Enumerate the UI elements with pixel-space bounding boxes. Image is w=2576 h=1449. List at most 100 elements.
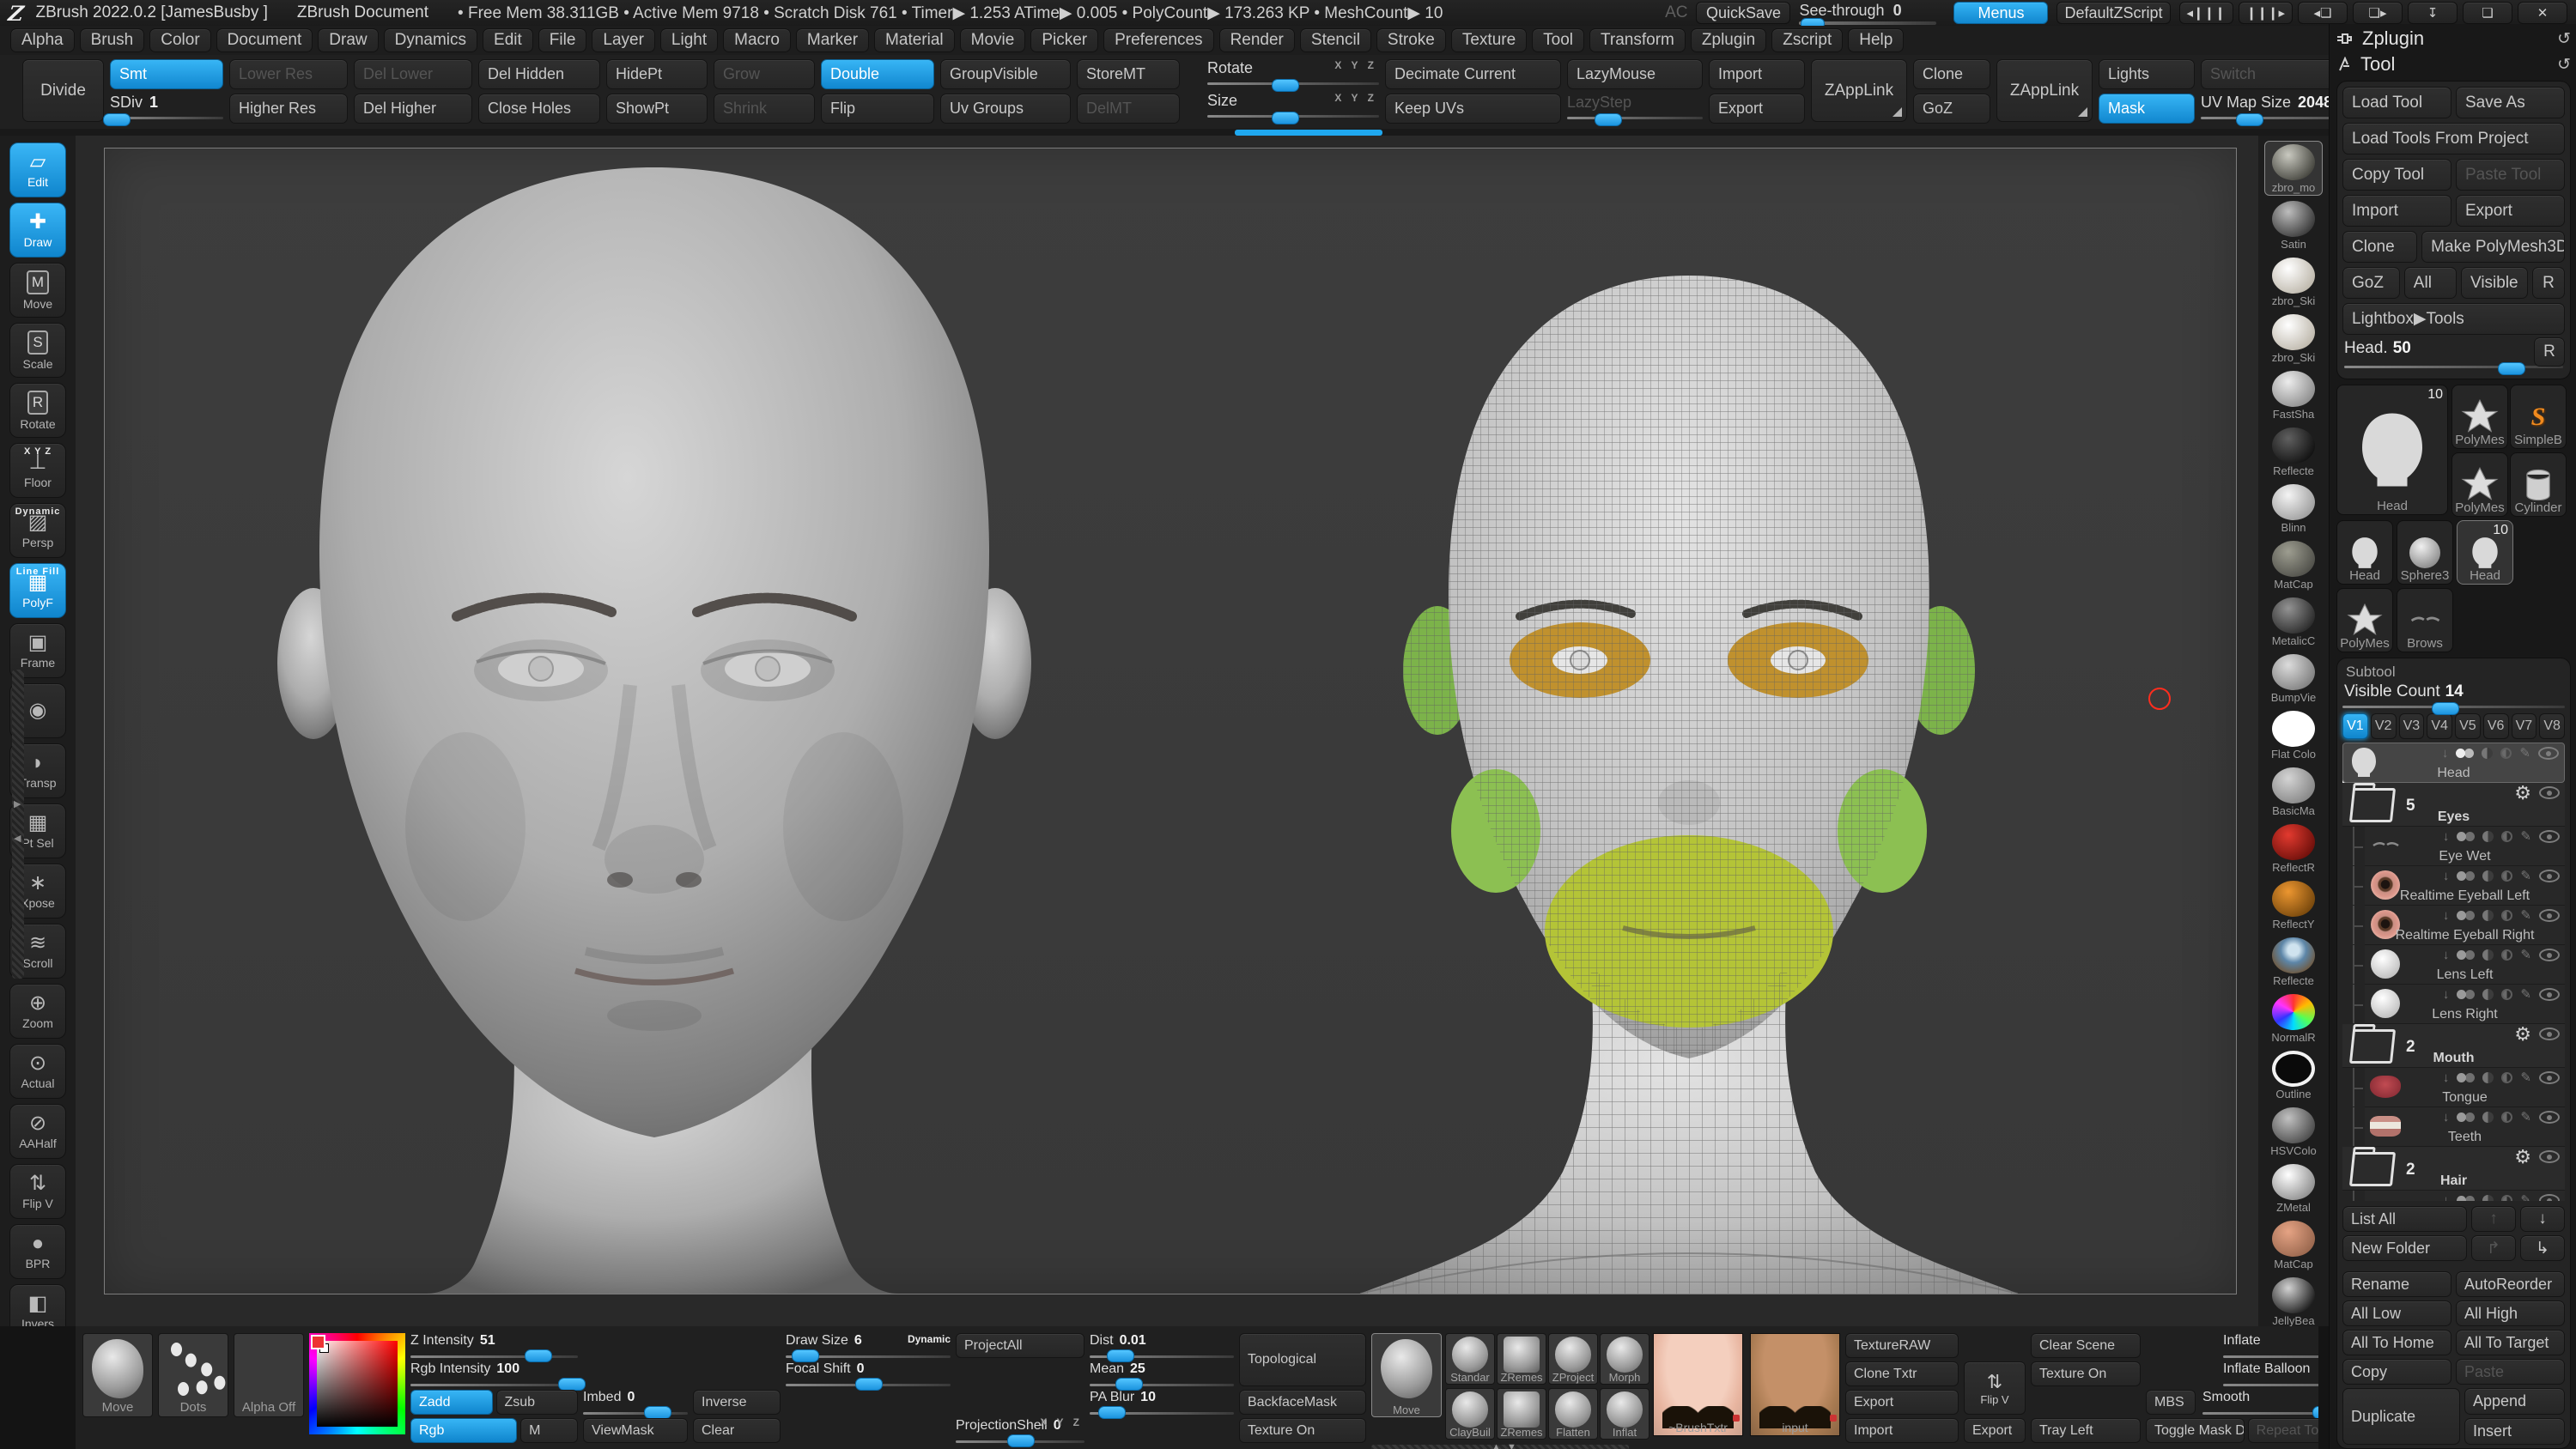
material-blinn[interactable]: Blinn: [2264, 481, 2323, 536]
bottom-zsub-button[interactable]: Zsub: [496, 1390, 579, 1415]
subtool-item-head[interactable]: ↓✎Head: [2342, 743, 2565, 783]
bottom-flip-v-button[interactable]: ⇅Flip V: [1964, 1361, 2026, 1415]
brush-thumb-flatten[interactable]: Flatten: [1548, 1388, 1598, 1440]
bottom-slider-inflate-balloon[interactable]: Inflate BalloonX Y Z: [2223, 1361, 2318, 1387]
subtool-item-realtime-eyeball-right[interactable]: ↓✎Realtime Eyeball Right: [2365, 906, 2565, 945]
subtool-item-button[interactable]: ↓: [2520, 1206, 2565, 1232]
contrast-icon[interactable]: [2501, 1072, 2512, 1083]
document-canvas[interactable]: [76, 136, 2258, 1326]
menu-picker[interactable]: Picker: [1030, 28, 1098, 52]
shelf-del-hidden-button[interactable]: Del Hidden: [478, 59, 600, 89]
material-reflectr[interactable]: ReflectR: [2264, 821, 2323, 876]
tool-invers-button[interactable]: ◧Invers: [9, 1284, 66, 1326]
subtool-append-button[interactable]: Append: [2464, 1388, 2565, 1415]
bottom-slider-projectionshell[interactable]: ProjectionShell0X Y Z: [956, 1418, 1084, 1444]
bottom-clear-button[interactable]: Clear: [693, 1418, 781, 1443]
brush-thumb-standar[interactable]: Standar: [1445, 1333, 1495, 1385]
material-matcap[interactable]: MatCap: [2264, 537, 2323, 592]
bottom-textureraw-button[interactable]: TextureRAW: [1845, 1333, 1959, 1358]
restore-button[interactable]: ❏: [2463, 2, 2512, 24]
material-jellybea[interactable]: JellyBea: [2264, 1274, 2323, 1326]
visible-count-slider[interactable]: Visible Count14: [2342, 682, 2565, 712]
minimize-button[interactable]: ↧: [2408, 2, 2458, 24]
tool-thumb-polymes[interactable]: PolyMes: [2451, 385, 2508, 449]
bottom-clone-txtr-button[interactable]: Clone Txtr: [1845, 1361, 1959, 1386]
brush-edit-icon[interactable]: ✎: [2520, 830, 2531, 843]
brush-thumb-zproject[interactable]: ZProject: [1548, 1333, 1598, 1385]
polypaint-icon[interactable]: [2456, 749, 2465, 758]
shelf-hidept-button[interactable]: HidePt: [606, 59, 708, 89]
layer-half-icon[interactable]: [2482, 949, 2494, 961]
contrast-icon[interactable]: [2501, 831, 2512, 842]
menu-draw[interactable]: Draw: [318, 28, 378, 52]
shelf-showpt-button[interactable]: ShowPt: [606, 94, 708, 124]
shelf-goz-button[interactable]: GoZ: [1913, 94, 1990, 124]
shelf-slider-rotate[interactable]: RotateX Y Z: [1207, 59, 1379, 88]
brush-thumb-morph[interactable]: Morph: [1600, 1333, 1649, 1385]
layer-half-icon[interactable]: [2482, 870, 2494, 882]
subtool-item-brows[interactable]: ↓✎Brows: [2365, 1191, 2565, 1201]
subtool-insert-button[interactable]: Insert: [2464, 1418, 2565, 1445]
bottom-slider-rgb-intensity[interactable]: Rgb Intensity100: [410, 1361, 578, 1387]
shelf-import-button[interactable]: Import: [1709, 59, 1805, 89]
visibility-eye-icon[interactable]: [2539, 909, 2560, 922]
material-reflecte[interactable]: Reflecte: [2264, 424, 2323, 479]
tool-thumb-head[interactable]: Head10: [2457, 520, 2513, 585]
shelf-lights-button[interactable]: Lights: [2099, 59, 2195, 89]
color-picker[interactable]: [309, 1333, 405, 1434]
bottom-slider-inflate[interactable]: InflateX Y Z: [2223, 1333, 2318, 1359]
shelf-double-button[interactable]: Double: [821, 59, 934, 89]
subtool-new-folder-button[interactable]: New Folder: [2342, 1235, 2467, 1261]
bottom-thumb-move[interactable]: Move: [82, 1333, 153, 1417]
subtool-item-lens-right[interactable]: ↓✎Lens Right: [2365, 985, 2565, 1024]
shelf-decimate-current-button[interactable]: Decimate Current: [1385, 59, 1561, 89]
shelf-slider-size[interactable]: SizeX Y Z: [1207, 92, 1379, 120]
shelf-flip-button[interactable]: Flip: [821, 94, 934, 124]
texture-thumb-input[interactable]: input: [1750, 1333, 1840, 1436]
subtool-folder-mouth[interactable]: 2⚙Mouth: [2342, 1024, 2565, 1068]
material-metalicc[interactable]: MetalicC: [2264, 594, 2323, 649]
shelf-mask-button[interactable]: Mask: [2099, 94, 2195, 124]
subtool-autoreorder-button[interactable]: AutoReorder: [2456, 1271, 2565, 1297]
menu-document[interactable]: Document: [216, 28, 313, 52]
menu-stencil[interactable]: Stencil: [1300, 28, 1371, 52]
bottom-slider-mean[interactable]: Mean25: [1090, 1361, 1234, 1387]
tool-actual-button[interactable]: ⊙Actual: [9, 1044, 66, 1099]
subtool-tab-v6[interactable]: V6: [2483, 713, 2509, 739]
tool-move-button[interactable]: MMove: [9, 263, 66, 318]
material-zbro-mo[interactable]: zbro_mo: [2264, 141, 2323, 196]
transpose-icon[interactable]: ↓: [2443, 909, 2450, 922]
bottom-slider-draw-size[interactable]: Draw Size6Dynamic: [786, 1333, 951, 1359]
tool-make-polymesh3d-button[interactable]: Make PolyMesh3D: [2421, 231, 2565, 263]
zplugin-restore-icon[interactable]: ↺: [2557, 29, 2571, 49]
tool-r-button[interactable]: R: [2532, 267, 2565, 299]
subtool-item-realtime-eyeball-left[interactable]: ↓✎Realtime Eyeball Left: [2365, 866, 2565, 906]
tool-thumb-simpleb[interactable]: SSimpleB: [2510, 385, 2567, 449]
shelf-higher-res-button[interactable]: Higher Res: [229, 94, 348, 124]
visibility-eye-icon[interactable]: [2539, 1194, 2560, 1201]
tool-header[interactable]: Tool ↺: [2336, 52, 2571, 77]
shelf-slider-lazystep[interactable]: LazyStep: [1567, 94, 1703, 122]
gear-icon[interactable]: ⚙: [2514, 1028, 2531, 1040]
shelf-export-button[interactable]: Export: [1709, 94, 1805, 124]
see-through-slider[interactable]: See-through0: [1799, 2, 1945, 25]
subtool-all-to-home-button[interactable]: All To Home: [2342, 1330, 2451, 1355]
material-reflecty[interactable]: ReflectY: [2264, 877, 2323, 932]
tool-export-button[interactable]: Export: [2456, 195, 2565, 227]
shelf-del-higher-button[interactable]: Del Higher: [354, 94, 472, 124]
menu-marker[interactable]: Marker: [796, 28, 869, 52]
polypaint-icon[interactable]: [2457, 911, 2466, 920]
zplugin-header[interactable]: Zplugin ↺: [2336, 26, 2571, 52]
tool-floor-button[interactable]: X Y Z⊥Floor: [9, 443, 66, 498]
menu-layer[interactable]: Layer: [592, 28, 655, 52]
material-zbro-ski[interactable]: zbro_Ski: [2264, 254, 2323, 309]
shelf-zapplink-button[interactable]: ZAppLink: [1996, 59, 2093, 122]
material-reflecte[interactable]: Reflecte: [2264, 934, 2323, 989]
bottom-texture-on-button[interactable]: Texture On: [1239, 1418, 1366, 1443]
quicksave-button[interactable]: QuickSave: [1696, 2, 1790, 24]
transpose-icon[interactable]: ↓: [2443, 830, 2450, 843]
tool-load-tools-from-project-button[interactable]: Load Tools From Project: [2342, 123, 2565, 155]
transpose-icon[interactable]: ↓: [2443, 988, 2450, 1001]
visibility-eye-icon[interactable]: [2539, 786, 2560, 799]
brush-palette-scrollbar[interactable]: ▲▼: [1371, 1445, 1629, 1449]
